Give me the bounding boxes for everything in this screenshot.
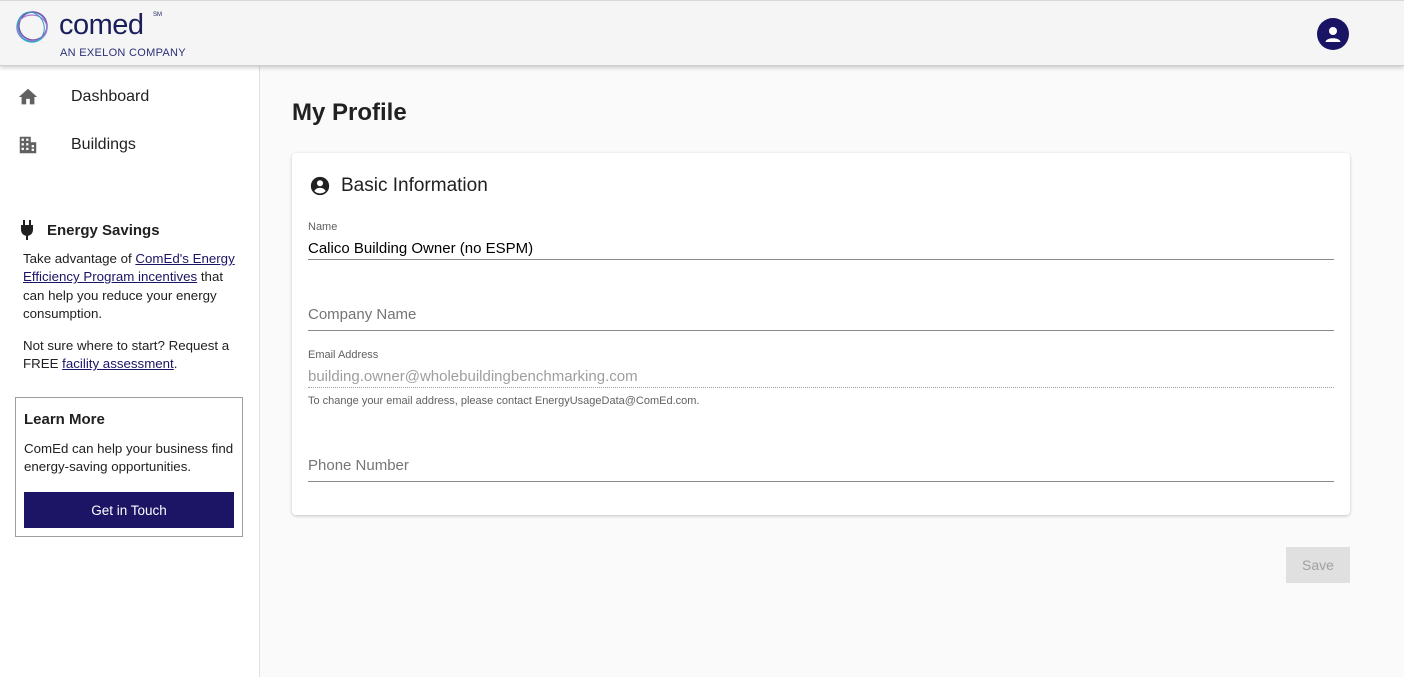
get-in-touch-button[interactable]: Get in Touch bbox=[24, 492, 234, 528]
email-field: Email Address building.owner@wholebuildi… bbox=[308, 349, 1334, 407]
account-circle-icon bbox=[310, 176, 330, 196]
assessment-text: Not sure where to start? Request a FREE … bbox=[23, 337, 238, 374]
company-name-input[interactable] bbox=[308, 306, 1334, 323]
user-avatar-button[interactable] bbox=[1317, 18, 1349, 50]
plug-icon bbox=[21, 220, 33, 240]
learn-more-box: Learn More ComEd can help your business … bbox=[15, 397, 243, 537]
name-input[interactable] bbox=[308, 240, 1334, 257]
email-help-text: To change your email address, please con… bbox=[308, 395, 700, 407]
name-underline bbox=[308, 259, 1334, 260]
comed-logo[interactable]: comed SM AN EXELON COMPANY bbox=[14, 9, 204, 61]
sidebar-item-label: Buildings bbox=[71, 136, 136, 153]
app-header: comed SM AN EXELON COMPANY bbox=[0, 0, 1404, 66]
logo-wordmark: comed bbox=[59, 9, 144, 41]
sidebar: Dashboard Buildings Energy Savings Take … bbox=[0, 66, 260, 677]
account-circle-icon bbox=[1325, 27, 1341, 42]
energy-savings-title: Energy Savings bbox=[47, 221, 160, 239]
email-label: Email Address bbox=[308, 349, 379, 361]
email-underline bbox=[308, 387, 1334, 388]
name-field[interactable]: Name bbox=[308, 221, 1334, 260]
learn-more-text: ComEd can help your business find energy… bbox=[24, 441, 234, 475]
service-mark: SM bbox=[153, 12, 162, 18]
sidebar-item-dashboard[interactable]: Dashboard bbox=[0, 75, 259, 119]
text-fragment: Take advantage of bbox=[23, 251, 136, 266]
phone-field[interactable] bbox=[308, 457, 1334, 482]
sidebar-item-buildings[interactable]: Buildings bbox=[0, 123, 259, 167]
save-button[interactable]: Save bbox=[1286, 547, 1350, 583]
email-value: building.owner@wholebuildingbenchmarking… bbox=[308, 368, 638, 385]
card-title: Basic Information bbox=[341, 175, 488, 196]
company-underline bbox=[308, 330, 1334, 331]
comed-ring-logo-icon bbox=[16, 11, 48, 43]
energy-savings-text: Take advantage of ComEd's Energy Efficie… bbox=[23, 250, 238, 323]
home-icon bbox=[18, 88, 38, 105]
name-label: Name bbox=[308, 221, 338, 233]
building-icon bbox=[19, 136, 37, 154]
text-fragment: . bbox=[173, 356, 178, 372]
sidebar-item-label: Dashboard bbox=[71, 88, 150, 105]
facility-assessment-link[interactable]: facility assessment bbox=[62, 356, 174, 371]
company-field[interactable] bbox=[308, 306, 1334, 331]
phone-number-input[interactable] bbox=[308, 457, 1334, 474]
logo-tagline: AN EXELON COMPANY bbox=[60, 47, 186, 59]
energy-savings-heading: Energy Savings bbox=[19, 220, 160, 240]
page-title: My Profile bbox=[292, 99, 407, 126]
basic-information-card: Basic Information Name Email Address bui… bbox=[292, 153, 1350, 515]
phone-underline bbox=[308, 481, 1334, 482]
learn-more-title: Learn More bbox=[24, 411, 105, 428]
card-header: Basic Information bbox=[309, 175, 488, 197]
